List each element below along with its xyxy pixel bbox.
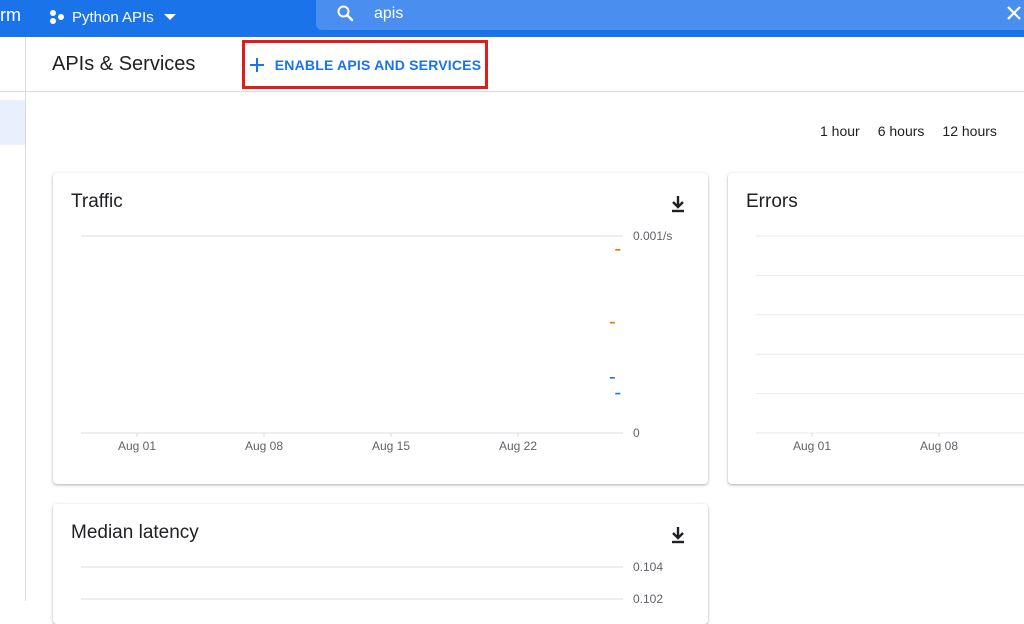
x-tick-label: Aug 01 <box>793 439 831 453</box>
sidebar-divider <box>0 91 25 92</box>
traffic-card: Traffic 0.001/s 0 Aug 01 Aug 08 Aug 15 Aug 22 <box>53 173 708 484</box>
page-header: APIs & Services ENABLE APIS AND SERVICES <box>26 37 1024 92</box>
latency-chart: 0.104 0.102 <box>81 560 663 606</box>
sidebar-item-active[interactable] <box>0 100 25 145</box>
y-tick-label: 0.001/s <box>633 229 672 243</box>
time-range-1h[interactable]: 1 hour <box>820 123 860 139</box>
x-tick-label: Aug 01 <box>118 439 156 453</box>
project-name: Python APIs <box>72 8 154 26</box>
close-icon[interactable] <box>1006 5 1022 21</box>
platform-name: rm <box>0 5 21 25</box>
latency-card: Median latency 0.104 0.102 <box>53 504 708 624</box>
search-icon[interactable] <box>336 4 354 22</box>
x-tick-label: Aug 22 <box>499 439 537 453</box>
time-range-selector: 1 hour 6 hours 12 hours <box>820 123 1015 139</box>
left-nav <box>0 37 26 601</box>
y-tick-label: 0.104 <box>633 560 663 574</box>
caret-down-icon <box>163 14 176 20</box>
enable-apis-button[interactable]: ENABLE APIS AND SERVICES <box>242 40 488 89</box>
errors-chart: Aug 01 Aug 08 <box>756 235 1024 453</box>
plus-icon <box>249 57 264 72</box>
page-title: APIs & Services <box>52 53 196 75</box>
search-bar[interactable] <box>316 0 1024 30</box>
y-tick-label: 0 <box>633 426 640 440</box>
search-input[interactable] <box>372 2 936 26</box>
time-range-6h[interactable]: 6 hours <box>878 123 925 139</box>
x-tick-label: Aug 15 <box>372 439 410 453</box>
project-dots-icon <box>50 10 64 24</box>
x-tick-label: Aug 08 <box>920 439 958 453</box>
top-app-bar: rm Python APIs <box>0 0 1024 37</box>
enable-apis-label: ENABLE APIS AND SERVICES <box>274 56 482 73</box>
x-tick-label: Aug 08 <box>245 439 283 453</box>
y-tick-label: 0.102 <box>633 592 663 606</box>
project-selector[interactable]: Python APIs <box>48 5 176 29</box>
time-range-12h[interactable]: 12 hours <box>942 123 996 139</box>
traffic-chart: 0.001/s 0 Aug 01 Aug 08 Aug 15 Aug 22 <box>81 229 672 453</box>
errors-card: Errors Aug 01 Aug 08 <box>728 173 1024 484</box>
